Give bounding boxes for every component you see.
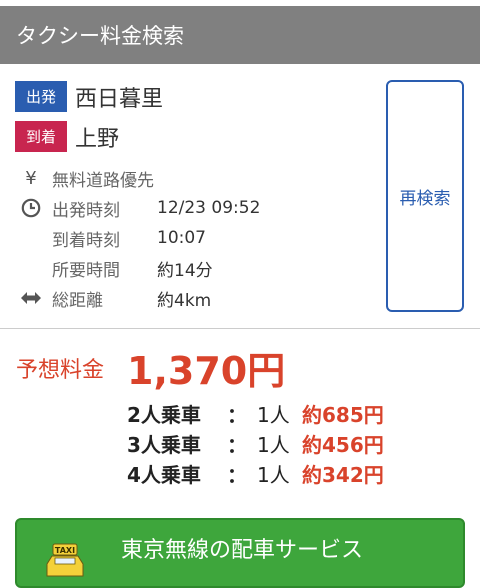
yen-icon: ¥ [25, 167, 37, 189]
split-amount: 約342円 [302, 462, 384, 487]
departure-station: 西日暮里 [75, 87, 164, 112]
distance-row: 総距離 約4km [20, 283, 211, 313]
arrival-station: 上野 [75, 127, 120, 152]
split-row: 4人乗車 ： 1人 約342円 [127, 458, 384, 488]
arrive-time-label: 到着時刻 [52, 230, 120, 251]
split-riders: 3人乗車 [127, 432, 201, 457]
split-colon: ： [227, 432, 247, 457]
toll-setting: 無料道路優先 [52, 170, 154, 191]
split-riders: 4人乗車 [127, 462, 201, 487]
research-button[interactable]: 再検索 [386, 80, 464, 312]
svg-text:TAXI: TAXI [55, 546, 75, 555]
depart-time-value: 12/23 09:52 [157, 198, 261, 218]
split-riders: 2人乗車 [127, 402, 201, 427]
taxi-dispatch-banner[interactable]: TAXI 東京無線の配車サービス [15, 518, 465, 588]
split-row: 2人乗車 ： 1人 約685円 [127, 398, 384, 428]
split-colon: ： [227, 402, 247, 427]
duration-label: 所要時間 [52, 260, 120, 281]
split-row: 3人乗車 ： 1人 約456円 [127, 428, 384, 458]
arrival-badge: 到着 [15, 121, 67, 152]
distance-value: 約4km [157, 290, 212, 311]
taxi-banner-text: 東京無線の配車サービス [121, 538, 364, 563]
page-title: タクシー料金検索 [16, 24, 184, 48]
depart-time-label: 出発時刻 [52, 200, 120, 221]
split-amount: 約685円 [302, 402, 384, 427]
depart-time-row: 出発時刻 12/23 09:52 [20, 193, 260, 223]
departure-badge: 出発 [15, 81, 67, 112]
split-per: 1人 [257, 462, 290, 487]
split-per: 1人 [257, 432, 290, 457]
duration-value: 約14分 [157, 260, 213, 281]
distance-label: 総距離 [52, 290, 103, 311]
split-per: 1人 [257, 402, 290, 427]
toll-row: ¥ 無料道路優先 [20, 163, 154, 193]
estimated-fare-label: 予想料金 [16, 358, 105, 383]
split-amount: 約456円 [302, 432, 384, 457]
clock-icon [20, 197, 42, 219]
estimated-fare-amount: 1,370円 [127, 349, 286, 393]
taxi-icon: TAXI [43, 542, 87, 582]
page-title-bar: タクシー料金検索 [0, 6, 480, 64]
route-summary: 出発 西日暮里 到着 上野 ¥ 無料道路優先 出発時刻 12/23 09:52 … [0, 64, 480, 329]
distance-arrows-icon [20, 287, 42, 309]
arrive-time-value: 10:07 [157, 228, 206, 248]
split-colon: ： [227, 462, 247, 487]
